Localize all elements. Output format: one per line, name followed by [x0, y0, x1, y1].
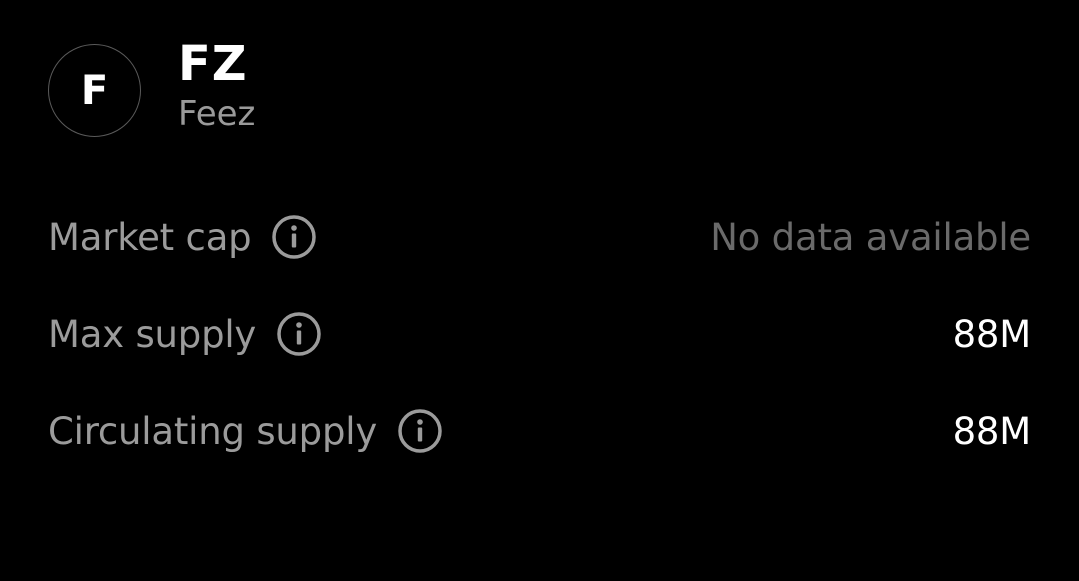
token-header: F FZ Feez [48, 36, 255, 137]
token-avatar: F [48, 44, 141, 137]
stat-label-market-cap: Market cap [48, 215, 252, 259]
token-names: FZ Feez [178, 36, 255, 134]
stat-value-circulating-supply: 88M [952, 409, 1032, 453]
stat-label-wrap: Circulating supply [48, 408, 443, 454]
stat-value-max-supply: 88M [952, 312, 1032, 356]
stat-label-wrap: Market cap [48, 214, 317, 260]
token-symbol: FZ [178, 35, 248, 92]
token-avatar-letter: F [80, 67, 109, 114]
info-icon[interactable] [271, 214, 317, 260]
token-name: Feez [178, 93, 256, 134]
info-icon[interactable] [397, 408, 443, 454]
info-icon[interactable] [276, 311, 322, 357]
token-stats: Market cap No data available Max supply [48, 212, 1031, 503]
stat-row-market-cap: Market cap No data available [48, 212, 1031, 262]
stat-row-circulating-supply: Circulating supply 88M [48, 406, 1031, 456]
stat-label-wrap: Max supply [48, 311, 322, 357]
stat-label-max-supply: Max supply [48, 312, 257, 356]
stat-label-circulating-supply: Circulating supply [48, 409, 378, 453]
stat-value-market-cap: No data available [710, 215, 1031, 259]
stat-row-max-supply: Max supply 88M [48, 309, 1031, 359]
